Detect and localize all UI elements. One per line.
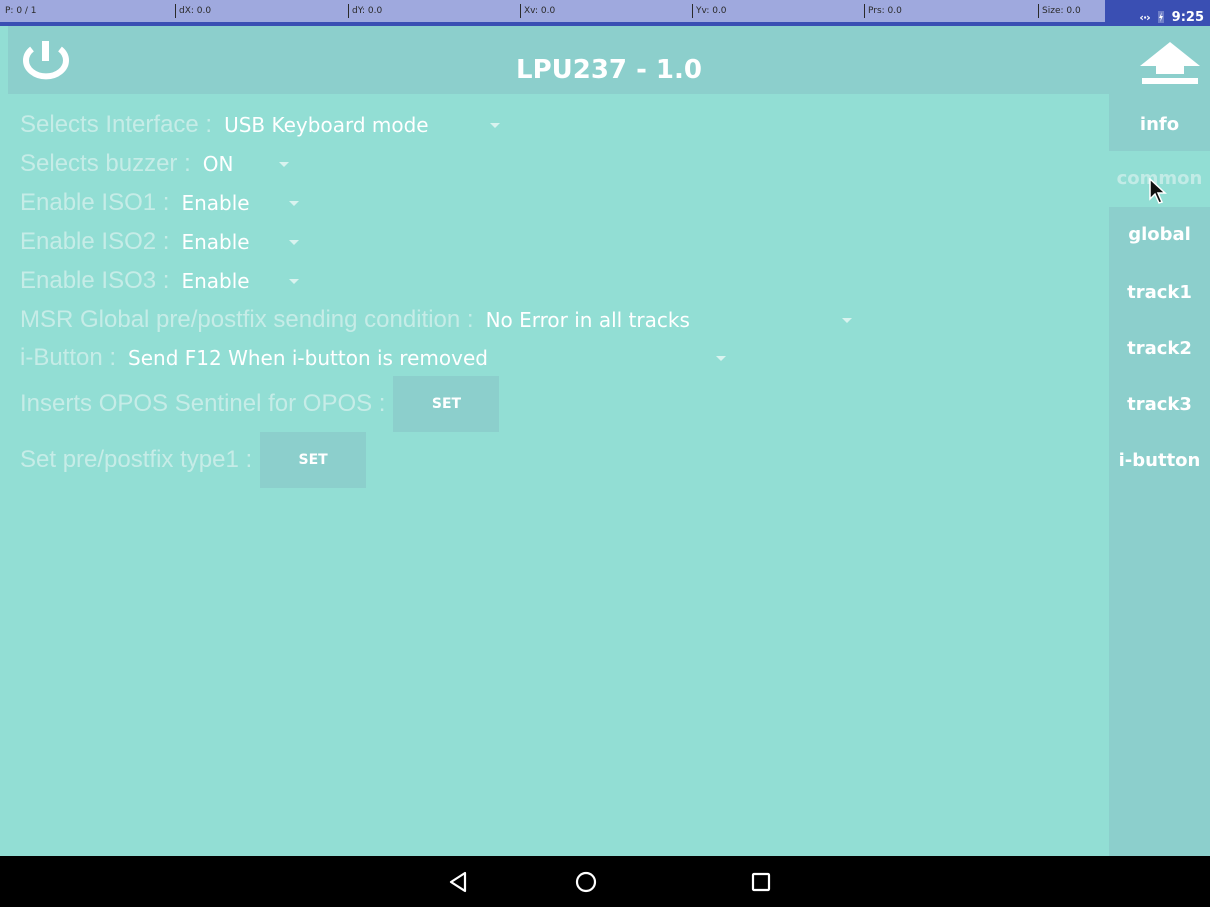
chevron-down-icon: [841, 318, 852, 323]
chevron-down-icon: [289, 201, 300, 206]
iso2-spinner[interactable]: Enable: [181, 227, 303, 257]
tab-info[interactable]: info: [1109, 97, 1210, 153]
tab-track3[interactable]: track3: [1109, 377, 1210, 433]
setting-label: Selects Interface :: [20, 111, 213, 138]
app-window: LPU237 - 1.0 Selects Interface : USB Key…: [8, 26, 1210, 856]
system-status-icons: ‹·› 9:25: [1139, 8, 1204, 26]
spinner-value: Send F12 When i-button is removed: [128, 346, 488, 370]
power-button[interactable]: [18, 39, 74, 85]
setting-label: Enable ISO1 :: [20, 189, 170, 216]
setting-row-msr-condition: MSR Global pre/postfix sending condition…: [20, 305, 856, 335]
setting-row-buzzer: Selects buzzer : ON: [20, 149, 293, 179]
clock-time: 9:25: [1171, 9, 1204, 25]
tab-track2[interactable]: track2: [1109, 321, 1210, 377]
upload-arrow-icon: [1140, 42, 1200, 84]
tab-i-button[interactable]: i-button: [1109, 433, 1210, 489]
setting-label: MSR Global pre/postfix sending condition…: [20, 306, 474, 333]
data-arrows-icon: ‹·›: [1139, 10, 1150, 24]
msr-condition-spinner[interactable]: No Error in all tracks: [486, 305, 856, 335]
setting-row-opos-sentinel: Inserts OPOS Sentinel for OPOS : SET: [20, 376, 500, 432]
spinner-value: Enable: [181, 191, 250, 215]
iso3-spinner[interactable]: Enable: [181, 266, 303, 296]
pointer-readout-strip: P: 0 / 1 dX: 0.0 dY: 0.0 Xv: 0.0 Yv: 0.0…: [0, 0, 1105, 22]
setting-label: Selects buzzer :: [20, 150, 191, 177]
setting-row-ibutton: i-Button : Send F12 When i-button is rem…: [20, 343, 730, 373]
spinner-value: USB Keyboard mode: [224, 113, 429, 137]
pointer-location-bar: P: 0 / 1 dX: 0.0 dY: 0.0 Xv: 0.0 Yv: 0.0…: [0, 0, 1210, 26]
setting-row-prepostfix-type1: Set pre/postfix type1 : SET: [20, 432, 367, 488]
home-icon: [575, 871, 597, 893]
setting-row-iso3: Enable ISO3 : Enable: [20, 266, 303, 296]
setting-row-interface: Selects Interface : USB Keyboard mode: [20, 110, 504, 140]
pointer-size: Size: 0.0: [1042, 6, 1081, 16]
mouse-cursor-icon: [1148, 177, 1168, 206]
app-title: LPU237 - 1.0: [516, 55, 702, 85]
setting-label: i-Button :: [20, 344, 117, 371]
prepostfix-type1-set-button[interactable]: SET: [260, 432, 367, 488]
chevron-down-icon: [289, 240, 300, 245]
spinner-value: ON: [202, 152, 234, 176]
back-icon: [449, 871, 467, 893]
power-icon: [23, 41, 69, 80]
tab-track1[interactable]: track1: [1109, 265, 1210, 321]
pointer-xv: Xv: 0.0: [524, 6, 556, 16]
chevron-down-icon: [716, 356, 727, 361]
upload-button[interactable]: [1138, 40, 1202, 90]
charging-battery-icon: [1156, 10, 1166, 24]
spinner-value: No Error in all tracks: [485, 308, 690, 332]
setting-label: Enable ISO2 :: [20, 228, 170, 255]
recents-button[interactable]: [747, 868, 775, 896]
spinner-value: Enable: [181, 230, 250, 254]
setting-row-iso2: Enable ISO2 : Enable: [20, 227, 303, 257]
settings-panel: Selects Interface : USB Keyboard mode Se…: [8, 94, 1109, 856]
buzzer-spinner[interactable]: ON: [203, 149, 293, 179]
pointer-pressure: Prs: 0.0: [868, 6, 902, 16]
iso1-spinner[interactable]: Enable: [181, 188, 303, 218]
recents-icon: [751, 872, 771, 892]
toolbar: LPU237 - 1.0: [8, 26, 1210, 94]
back-button[interactable]: [445, 868, 473, 896]
side-tab-bar: info common global track1 track2 track3 …: [1109, 94, 1210, 856]
pointer-dx: dX: 0.0: [179, 6, 212, 16]
pointer-count: P: 0 / 1: [5, 6, 37, 16]
setting-row-iso1: Enable ISO1 : Enable: [20, 188, 303, 218]
pointer-dy: dY: 0.0: [352, 6, 383, 16]
setting-label: Inserts OPOS Sentinel for OPOS :: [20, 390, 386, 417]
ibutton-spinner[interactable]: Send F12 When i-button is removed: [128, 343, 730, 373]
setting-label: Set pre/postfix type1 :: [20, 446, 253, 473]
interface-spinner[interactable]: USB Keyboard mode: [224, 110, 504, 140]
home-button[interactable]: [572, 868, 600, 896]
chevron-down-icon: [289, 279, 300, 284]
chevron-down-icon: [278, 162, 289, 167]
tab-global[interactable]: global: [1109, 207, 1210, 263]
chevron-down-icon: [490, 123, 501, 128]
setting-label: Enable ISO3 :: [20, 267, 170, 294]
navigation-bar: [0, 856, 1210, 907]
pointer-yv: Yv: 0.0: [696, 6, 727, 16]
opos-sentinel-set-button[interactable]: SET: [393, 376, 500, 432]
spinner-value: Enable: [181, 269, 250, 293]
